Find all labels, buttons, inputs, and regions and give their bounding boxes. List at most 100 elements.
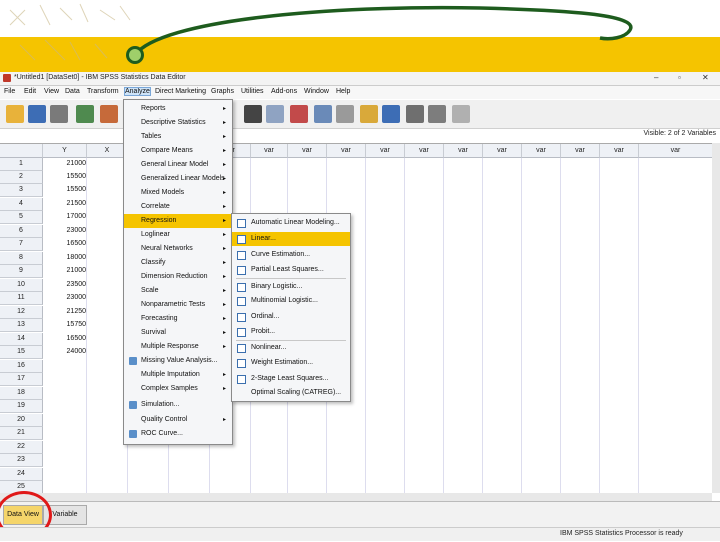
submenu-item-nonlinear[interactable]: Nonlinear... [232, 341, 350, 355]
row-number[interactable]: 2 [0, 171, 43, 184]
menu-analyze[interactable]: Analyze [124, 87, 151, 96]
menu-direct-marketing[interactable]: Direct Marketing [155, 88, 206, 95]
menu-item-compare-means[interactable]: Compare Means ▸ [124, 144, 232, 158]
submenu-item-curve-estimation[interactable]: Curve Estimation... [232, 248, 350, 262]
row-number[interactable]: 15 [0, 346, 43, 359]
column-header[interactable]: var [366, 144, 405, 158]
row-number[interactable]: 13 [0, 319, 43, 332]
menu-window[interactable]: Window [304, 88, 329, 95]
menu-item-simulation[interactable]: Simulation... [124, 398, 232, 412]
menu-item-quality-control[interactable]: Quality Control ▸ [124, 413, 232, 427]
column-header[interactable]: var [444, 144, 483, 158]
use-variable-sets-icon[interactable] [406, 105, 424, 123]
spell-check-icon[interactable] [452, 105, 470, 123]
menu-help[interactable]: Help [336, 88, 350, 95]
insert-variable-icon[interactable] [290, 105, 308, 123]
cell-y[interactable]: 15500 [44, 171, 86, 183]
row-number[interactable]: 11 [0, 292, 43, 305]
row-number[interactable]: 18 [0, 387, 43, 400]
column-header[interactable]: var [251, 144, 288, 158]
row-number[interactable]: 22 [0, 441, 43, 454]
insert-cases-icon[interactable] [266, 105, 284, 123]
cell-y[interactable]: 16500 [44, 333, 86, 345]
cell-y[interactable]: 18000 [44, 252, 86, 264]
menu-view[interactable]: View [44, 88, 59, 95]
cell-y[interactable]: 23000 [44, 292, 86, 304]
horizontal-scrollbar[interactable] [0, 493, 712, 501]
submenu-item-automatic-linear-modeling[interactable]: Automatic Linear Modeling... [232, 216, 350, 230]
menu-item-loglinear[interactable]: Loglinear ▸ [124, 228, 232, 242]
select-cases-icon[interactable] [360, 105, 378, 123]
menu-item-general-linear-model[interactable]: General Linear Model ▸ [124, 158, 232, 172]
cell-y[interactable]: 24000 [44, 346, 86, 358]
column-header[interactable]: Y [43, 144, 87, 158]
menu-item-classify[interactable]: Classify ▸ [124, 256, 232, 270]
column-header[interactable]: var [327, 144, 366, 158]
close-icon[interactable]: ✕ [702, 73, 709, 82]
menu-item-generalized-linear-models[interactable]: Generalized Linear Models ▸ [124, 172, 232, 186]
submenu-item-ordinal[interactable]: Ordinal... [232, 310, 350, 324]
menu-item-scale[interactable]: Scale ▸ [124, 284, 232, 298]
data-grid[interactable]: Y X var var var var var var var var var … [0, 143, 713, 494]
save-icon[interactable] [28, 105, 46, 123]
value-labels-icon[interactable] [382, 105, 400, 123]
column-header[interactable]: var [639, 144, 713, 158]
row-number[interactable]: 1 [0, 158, 43, 171]
submenu-item-2-stage-least-squares[interactable]: 2-Stage Least Squares... [232, 372, 350, 386]
menu-edit[interactable]: Edit [24, 88, 36, 95]
row-number[interactable]: 7 [0, 238, 43, 251]
row-number[interactable]: 16 [0, 360, 43, 373]
menu-item-complex-samples[interactable]: Complex Samples ▸ [124, 382, 232, 396]
row-number[interactable]: 17 [0, 373, 43, 386]
submenu-item-probit[interactable]: Probit... [232, 325, 350, 339]
row-number[interactable]: 3 [0, 184, 43, 197]
dialog-recall-icon[interactable] [76, 105, 94, 123]
menu-item-survival[interactable]: Survival ▸ [124, 326, 232, 340]
row-number[interactable]: 8 [0, 252, 43, 265]
menu-data[interactable]: Data [65, 88, 80, 95]
cell-y[interactable]: 21250 [44, 306, 86, 318]
menu-item-roc-curve[interactable]: ROC Curve... [124, 427, 232, 441]
row-number[interactable]: 5 [0, 211, 43, 224]
find-binoculars-icon[interactable] [244, 105, 262, 123]
submenu-item-optimal-scaling[interactable]: Optimal Scaling (CATREG)... [232, 386, 350, 400]
cell-y[interactable]: 15500 [44, 184, 86, 196]
menu-item-descriptive-statistics[interactable]: Descriptive Statistics ▸ [124, 116, 232, 130]
column-header[interactable]: var [600, 144, 639, 158]
cell-y[interactable]: 21000 [44, 158, 86, 170]
cell-y[interactable]: 15750 [44, 319, 86, 331]
row-number[interactable]: 21 [0, 427, 43, 440]
minimize-icon[interactable]: – [654, 73, 658, 82]
submenu-item-linear[interactable]: Linear... [232, 232, 350, 246]
print-icon[interactable] [50, 105, 68, 123]
column-header[interactable]: var [522, 144, 561, 158]
menu-transform[interactable]: Transform [87, 88, 119, 95]
menu-item-nonparametric-tests[interactable]: Nonparametric Tests ▸ [124, 298, 232, 312]
menu-item-mixed-models[interactable]: Mixed Models ▸ [124, 186, 232, 200]
submenu-item-binary-logistic[interactable]: Binary Logistic... [232, 280, 350, 294]
column-header[interactable]: var [405, 144, 444, 158]
cell-y[interactable]: 21000 [44, 265, 86, 277]
menu-item-missing-value-analysis[interactable]: Missing Value Analysis... [124, 354, 232, 368]
submenu-item-weight-estimation[interactable]: Weight Estimation... [232, 356, 350, 370]
row-number[interactable]: 10 [0, 279, 43, 292]
submenu-item-partial-least-squares[interactable]: Partial Least Squares... [232, 263, 350, 277]
menu-graphs[interactable]: Graphs [211, 88, 234, 95]
open-folder-icon[interactable] [6, 105, 24, 123]
split-file-icon[interactable] [314, 105, 332, 123]
column-header[interactable]: X [87, 144, 128, 158]
row-number[interactable]: 9 [0, 265, 43, 278]
cell-y[interactable]: 23000 [44, 225, 86, 237]
menu-item-neural-networks[interactable]: Neural Networks ▸ [124, 242, 232, 256]
weight-cases-icon[interactable] [336, 105, 354, 123]
menu-add-ons[interactable]: Add-ons [271, 88, 297, 95]
cell-y[interactable]: 21500 [44, 198, 86, 210]
row-number[interactable]: 12 [0, 306, 43, 319]
menu-item-dimension-reduction[interactable]: Dimension Reduction ▸ [124, 270, 232, 284]
submenu-item-multinomial-logistic[interactable]: Multinomial Logistic... [232, 294, 350, 308]
cell-y[interactable]: 16500 [44, 238, 86, 250]
cell-y[interactable]: 23500 [44, 279, 86, 291]
undo-icon[interactable] [100, 105, 118, 123]
menu-item-forecasting[interactable]: Forecasting ▸ [124, 312, 232, 326]
column-header[interactable]: var [483, 144, 522, 158]
